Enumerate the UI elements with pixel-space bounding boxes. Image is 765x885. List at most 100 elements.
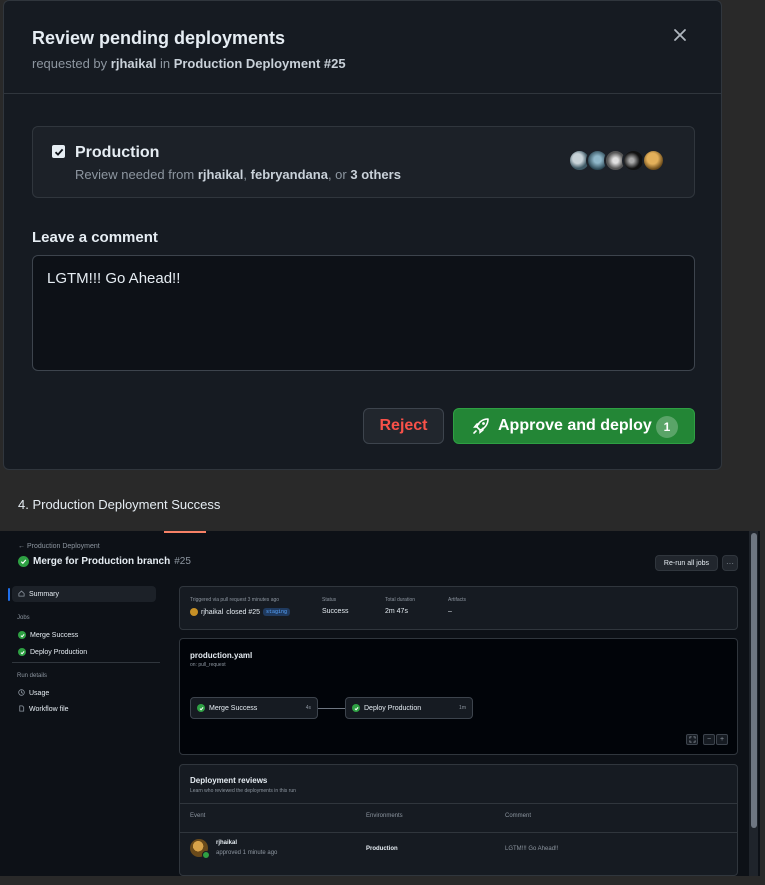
avatar[interactable]	[642, 149, 665, 172]
back-link-label: Production Deployment	[26, 543, 100, 550]
artifacts-label: Artifacts	[448, 597, 467, 603]
or-text: , or	[327, 167, 347, 182]
branch-tag[interactable]: staging	[263, 608, 291, 616]
sidebar-item-job[interactable]: Merge Success	[12, 627, 156, 643]
environment-card: Production Review needed from rjhaikal, …	[32, 126, 695, 198]
sidebar-usage-label: Usage	[29, 689, 50, 697]
run-number: #25	[174, 556, 191, 567]
review-prefix: Review needed from	[75, 167, 195, 182]
sidebar-item-usage[interactable]: Usage	[12, 685, 156, 701]
trigger-action[interactable]: closed #25	[226, 609, 260, 616]
column-header-comment: Comment	[505, 813, 532, 819]
dialog-title: Review pending deployments	[32, 28, 286, 48]
file-icon	[18, 704, 25, 714]
job-node-name: Deploy Production	[364, 704, 422, 712]
review-event: approved 1 minute ago	[216, 850, 278, 856]
sidebar-divider	[12, 662, 160, 663]
workflow-trigger: on: pull_request	[190, 662, 226, 668]
review-comment: LGTM!!! Go Ahead!!	[505, 846, 559, 852]
trigger-actor[interactable]: rjhaikal	[201, 609, 223, 616]
workflow-file-name: production.yaml	[190, 651, 253, 660]
triggered-label: Triggered via pull request 3 minutes ago	[190, 597, 280, 603]
job-node[interactable]: Merge Success 4s	[190, 697, 318, 719]
reviewer-avatars	[568, 149, 668, 173]
check-circle-icon	[18, 648, 26, 656]
reviewer-others[interactable]: 3 others	[350, 167, 401, 182]
workflow-graph-panel: production.yaml on: pull_request Merge S…	[179, 638, 738, 755]
tab-underline	[164, 531, 206, 533]
reject-button[interactable]: Reject	[363, 408, 444, 444]
check-circle-icon	[197, 704, 205, 712]
environment-name: Production	[75, 144, 160, 161]
reviewer-separator: ,	[243, 167, 248, 182]
sidebar-item-summary[interactable]: Summary	[12, 586, 156, 602]
reviews-title: Deployment reviews	[190, 776, 268, 785]
run-title-text: Merge for Production branch	[33, 556, 171, 567]
subtitle-in: in	[159, 56, 171, 71]
table-divider	[180, 803, 737, 804]
trigger-info: rjhaikal closed #25 staging	[190, 608, 291, 616]
check-circle-icon	[18, 631, 26, 639]
job-connector	[318, 708, 346, 709]
run-summary-panel: Triggered via pull request 3 minutes ago…	[179, 586, 738, 630]
job-node-duration: 4s	[305, 705, 311, 711]
sidebar-job-label: Merge Success	[30, 631, 79, 639]
check-circle-icon	[18, 556, 29, 567]
environment-review-text: Review needed from rjhaikal, febryandana…	[75, 167, 401, 182]
job-node[interactable]: Deploy Production 1m	[345, 697, 473, 719]
review-dialog: Review pending deployments requested by …	[3, 0, 722, 470]
scrollbar-thumb[interactable]	[751, 533, 757, 828]
active-indicator	[8, 588, 10, 601]
dialog-header: Review pending deployments requested by …	[4, 1, 721, 94]
status-label: Status	[322, 597, 337, 603]
deployment-reviews-panel: Deployment reviews Learn who reviewed th…	[179, 764, 738, 876]
reviewer-name[interactable]: rjhaikal	[216, 840, 237, 846]
more-options-button[interactable]: ···	[722, 555, 738, 571]
requester-name[interactable]: rjhaikal	[111, 56, 157, 71]
run-details-heading: Run details	[17, 673, 48, 679]
comment-label: Leave a comment	[32, 229, 158, 246]
clock-icon	[18, 688, 25, 698]
environment-checkbox[interactable]	[52, 145, 65, 158]
close-button[interactable]	[668, 23, 692, 47]
artifacts-value: –	[448, 608, 452, 615]
back-link[interactable]: ← Production Deployment	[18, 543, 100, 550]
sidebar-job-label: Deploy Production	[30, 648, 88, 656]
reviews-subtitle: Learn who reviewed the deployments in th…	[190, 788, 296, 794]
comment-textarea[interactable]: LGTM!!! Go Ahead!!	[32, 255, 695, 371]
workflow-link[interactable]: Production Deployment #25	[174, 56, 346, 71]
dialog-subtitle: requested by rjhaikal in Production Depl…	[32, 56, 346, 71]
section-caption: 4. Production Deployment Success	[18, 497, 221, 512]
approve-and-deploy-button[interactable]: Approve and deploy 1	[453, 408, 695, 444]
home-icon	[18, 590, 25, 599]
job-node-duration: 1m	[459, 705, 466, 711]
sidebar-item-workflow-file[interactable]: Workflow file	[12, 701, 156, 717]
sidebar-workflow-file-label: Workflow file	[29, 705, 69, 713]
job-node-name: Merge Success	[209, 704, 258, 712]
rerun-all-jobs-button[interactable]: Re-run all jobs	[655, 555, 718, 571]
check-circle-icon	[352, 704, 360, 712]
fullscreen-button[interactable]	[686, 734, 698, 745]
approve-count-badge: 1	[656, 416, 678, 438]
jobs-heading: Jobs	[17, 615, 30, 621]
sidebar-summary-label: Summary	[29, 590, 59, 598]
rocket-icon	[472, 417, 490, 435]
avatar[interactable]	[190, 608, 198, 616]
reviewer-1[interactable]: rjhaikal	[198, 167, 244, 182]
sidebar-item-job[interactable]: Deploy Production	[12, 644, 156, 660]
checkbox-icon	[54, 148, 63, 156]
arrow-left-icon: ←	[18, 543, 27, 550]
run-title: Merge for Production branch #25	[18, 556, 191, 567]
reviewer-2[interactable]: febryandana	[251, 167, 328, 182]
fullscreen-icon	[688, 736, 696, 743]
zoom-out-button[interactable]: −	[703, 734, 715, 745]
column-header-event: Event	[190, 813, 206, 819]
zoom-in-button[interactable]: +	[716, 734, 728, 745]
duration-label: Total duration	[385, 597, 416, 603]
duration-value: 2m 47s	[385, 608, 408, 615]
status-value: Success	[322, 608, 349, 615]
check-circle-icon	[202, 851, 210, 859]
close-icon	[674, 29, 686, 41]
column-header-environments: Environments	[366, 813, 403, 819]
approve-label: Approve and deploy	[498, 417, 652, 434]
